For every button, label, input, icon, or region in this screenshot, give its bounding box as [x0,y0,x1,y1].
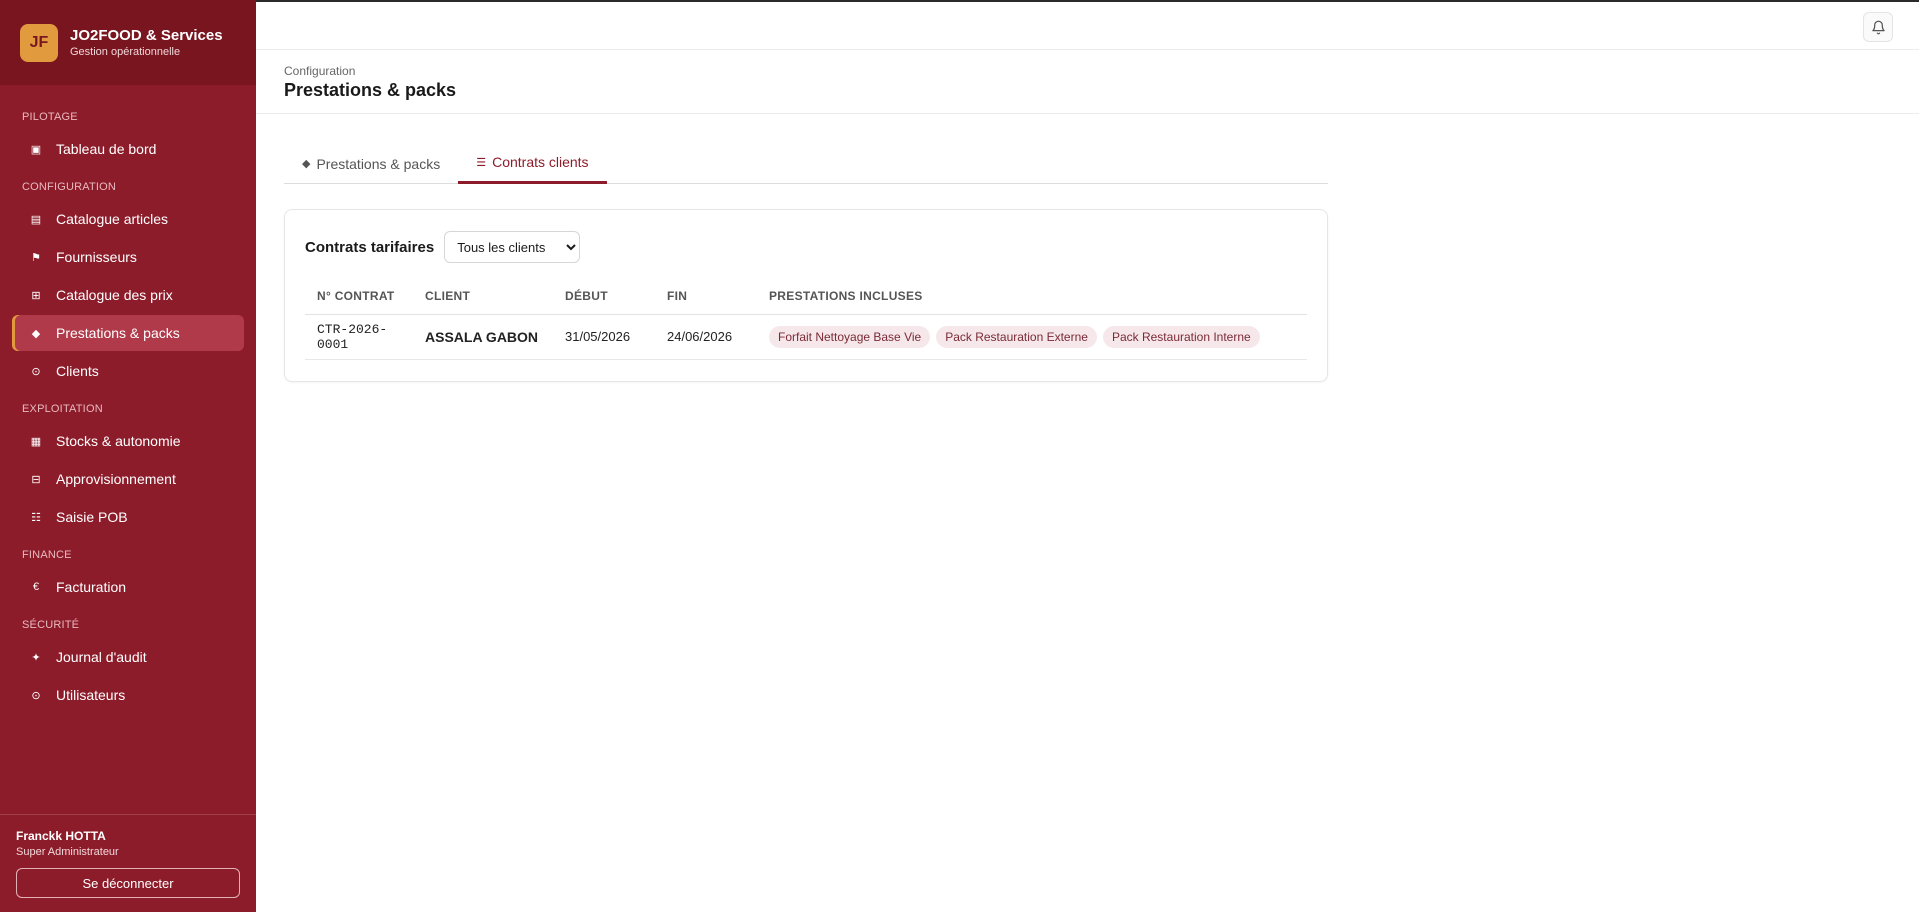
sidebar-item-tableau-de-bord[interactable]: ▣ Tableau de bord [12,131,244,167]
client-name: ASSALA GABON [413,314,553,360]
notifications-button[interactable] [1863,12,1893,42]
euro-icon: € [32,581,40,593]
diamond-icon: ◆ [31,327,41,340]
sidebar-item-clients[interactable]: ⊙ Clients [12,353,244,389]
sidebar-item-journal-audit[interactable]: ✦ Journal d'audit [12,639,244,675]
sidebar-item-label: Tableau de bord [56,141,157,157]
stock-icon: ▦ [30,435,42,448]
sidebar-item-label: Facturation [56,579,127,595]
section-title-pilotage: PILOTAGE [22,111,78,123]
section-title-finance: FINANCE [22,549,72,561]
circle-icon: ⊙ [31,365,41,378]
sidebar-item-label: Stocks & autonomie [56,433,181,449]
contract-number: CTR-2026-0001 [305,314,413,360]
table-header-row: N° CONTRAT CLIENT DÉBUT FIN PRESTATIONS … [305,278,1307,315]
contracts-table: N° CONTRAT CLIENT DÉBUT FIN PRESTATIONS … [305,278,1307,360]
sidebar-item-label: Catalogue articles [56,211,169,227]
column-header-contract[interactable]: N° CONTRAT [305,278,413,315]
sidebar-item-saisie-pob[interactable]: ☷ Saisie POB [12,499,244,535]
sidebar-item-label: Prestations & packs [56,325,180,341]
user-circle-icon: ⊙ [31,689,41,702]
sidebar-item-label: Journal d'audit [56,649,147,665]
catalog-icon: ▤ [30,213,42,226]
section-title-exploitation: EXPLOITATION [22,403,103,415]
grid-icon: ⊞ [31,289,41,302]
tab-label: Prestations & packs [316,155,441,172]
column-header-client[interactable]: CLIENT [413,278,553,315]
breadcrumb: Configuration [284,64,356,78]
sidebar-item-approvisionnement[interactable]: ⊟ Approvisionnement [12,461,244,497]
end-date: 24/06/2026 [655,314,757,360]
card-title: Contrats tarifaires [305,238,435,256]
contracts-card: Contrats tarifaires Tous les clients N° … [284,209,1328,382]
sidebar-item-label: Clients [56,363,99,379]
service-tag: Pack Restauration Externe [936,325,1097,348]
spark-icon: ✦ [31,651,41,664]
service-tag: Forfait Nettoyage Base Vie [769,325,931,348]
page-title: Prestations & packs [284,80,457,100]
tab-prestations-packs[interactable]: ◆ Prestations & packs [284,143,458,184]
user-name: Franckk HOTTA [16,829,106,843]
supply-icon: ⊟ [31,473,41,486]
sidebar-item-label: Approvisionnement [56,471,176,487]
flag-icon: ⚑ [31,251,41,264]
sidebar-item-catalogue-des-prix[interactable]: ⊞ Catalogue des prix [12,277,244,313]
sidebar-item-facturation[interactable]: € Facturation [12,569,244,605]
start-date: 31/05/2026 [553,314,655,360]
user-block: Franckk HOTTA Super Administrateur Se dé… [0,814,256,912]
sidebar: JF JO2FOOD & Services Gestion opérationn… [0,0,256,912]
sidebar-item-stocks-autonomie[interactable]: ▦ Stocks & autonomie [12,423,244,459]
card-header: Contrats tarifaires Tous les clients [305,230,1307,264]
tabs: ◆ Prestations & packs ☰ Contrats clients [284,143,1328,184]
diamond-icon: ◆ [302,158,311,170]
tab-label: Contrats clients [492,154,589,170]
sidebar-item-label: Catalogue des prix [56,287,173,303]
sidebar-item-utilisateurs[interactable]: ⊙ Utilisateurs [12,677,244,713]
sidebar-item-label: Utilisateurs [56,687,126,703]
list-icon: ☷ [31,511,41,524]
sidebar-item-label: Saisie POB [56,509,128,525]
user-role: Super Administrateur [16,846,119,858]
sidebar-item-prestations-packs[interactable]: ◆ Prestations & packs [12,315,244,351]
page-header: Configuration Prestations & packs [256,50,1919,114]
brand-logo: JF [20,23,58,62]
sidebar-item-catalogue-articles[interactable]: ▤ Catalogue articles [12,201,244,237]
topbar [256,0,1919,50]
list-icon: ☰ [476,156,487,169]
bell-icon [1871,20,1885,34]
sidebar-item-label: Fournisseurs [56,249,137,265]
sidebar-item-fournisseurs[interactable]: ⚑ Fournisseurs [12,239,244,275]
service-tag: Pack Restauration Interne [1102,325,1260,348]
brand-name: JO2FOOD & Services [70,27,223,44]
brand: JF JO2FOOD & Services Gestion opérationn… [0,0,256,85]
included-services: Forfait Nettoyage Base Vie Pack Restaurat… [757,314,1307,360]
section-title-configuration: CONFIGURATION [22,181,117,193]
tab-contrats-clients[interactable]: ☰ Contrats clients [458,143,607,184]
dashboard-icon: ▣ [30,143,42,156]
client-filter-select[interactable]: Tous les clients [444,231,581,263]
column-header-services[interactable]: PRESTATIONS INCLUSES [757,278,1307,315]
column-header-end[interactable]: FIN [655,278,757,315]
brand-subtitle: Gestion opérationnelle [70,46,181,58]
section-title-securite: SÉCURITÉ [22,619,80,631]
column-header-start[interactable]: DÉBUT [553,278,655,315]
table-row[interactable]: CTR-2026-0001 ASSALA GABON 31/05/2026 24… [305,314,1307,360]
logout-button[interactable]: Se déconnecter [16,868,240,898]
sidebar-nav: PILOTAGE ▣ Tableau de bord CONFIGURATION… [0,85,256,814]
